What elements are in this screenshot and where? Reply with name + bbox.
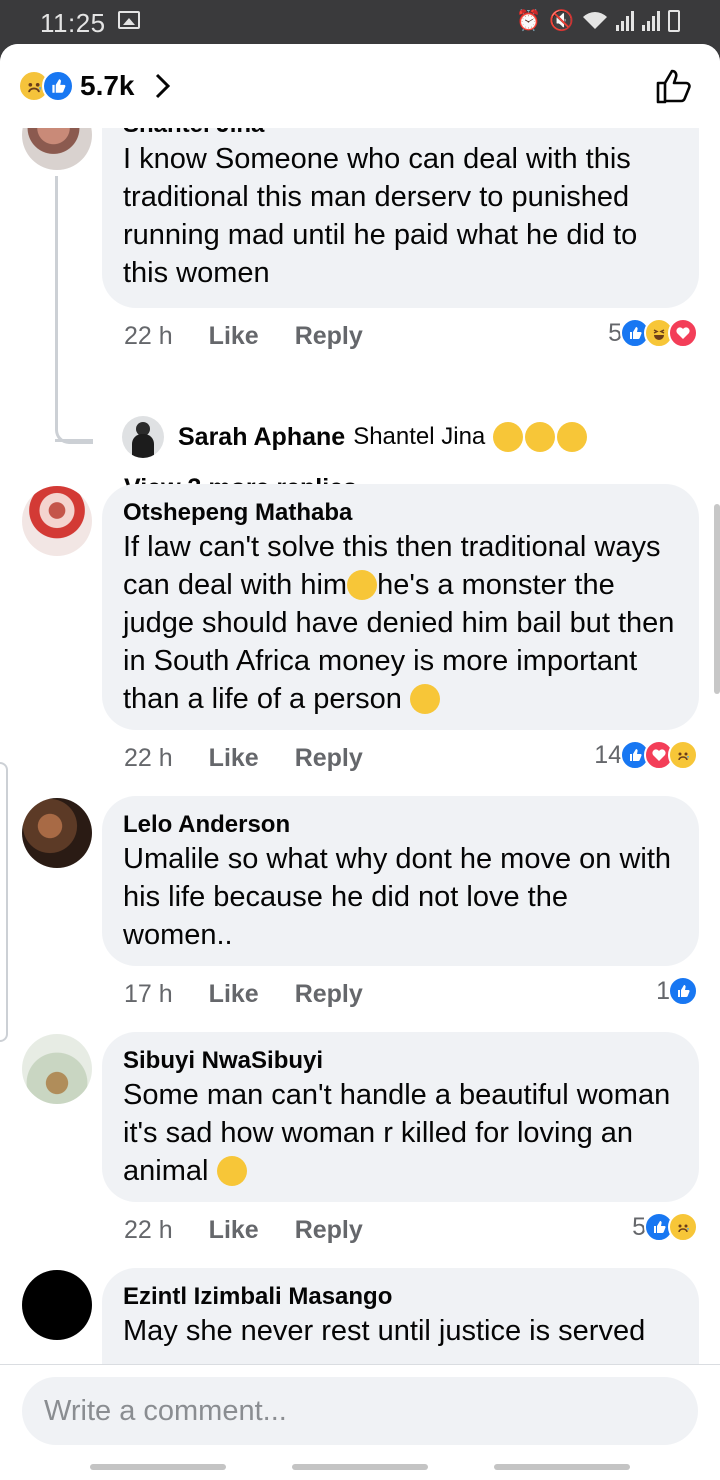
alarm-icon: ⏰ [516, 10, 542, 32]
comment-time[interactable]: 22 h [124, 322, 173, 351]
comment-text-part: Some man can't handle a beautiful woman … [123, 1079, 671, 1187]
comment-time[interactable]: 17 h [124, 980, 173, 1009]
reply-button[interactable]: Reply [295, 1216, 363, 1245]
sad-reaction-icon [668, 740, 698, 770]
comment-feed[interactable]: Shantel Jina I know Someone who can deal… [0, 44, 720, 1364]
party-face-icon [493, 422, 524, 452]
like-reaction-icon [42, 70, 74, 102]
love-reaction-icon [668, 318, 698, 348]
reaction-count: 14 [594, 740, 622, 769]
reply-author[interactable]: Sarah Aphane [178, 423, 345, 452]
comment-bubble[interactable]: Sibuyi NwaSibuyi Some man can't handle a… [102, 1032, 699, 1202]
comment-actions: 22 h Like Reply [124, 1216, 363, 1245]
comment-bubble[interactable]: Ezintl Izimbali Masango May she never re… [102, 1268, 699, 1364]
chevron-right-icon [155, 73, 170, 99]
status-bar: 11:25 ⏰ 🔇 [0, 0, 720, 44]
reactions-header: 5.7k [0, 44, 720, 128]
reply-button[interactable]: Reply [295, 980, 363, 1009]
avatar[interactable] [22, 1034, 92, 1104]
thread-line [55, 404, 93, 442]
reaction-total: 5.7k [80, 70, 135, 101]
comment-time[interactable]: 22 h [124, 1216, 173, 1245]
status-time: 11:25 [40, 8, 106, 38]
reaction-summary[interactable]: 1 [656, 976, 698, 1006]
reaction-summary[interactable]: 5 [632, 1212, 698, 1242]
comment-actions: 17 h Like Reply [124, 980, 363, 1009]
unamused-face-emoji [347, 570, 378, 600]
comment-text: Some man can't handle a beautiful woman … [123, 1076, 679, 1190]
status-icons: ⏰ 🔇 [516, 8, 680, 33]
party-face-icon [525, 422, 556, 452]
comment-bubble[interactable]: Lelo Anderson Umalile so what why dont h… [102, 796, 699, 966]
like-button[interactable]: Like [209, 1216, 259, 1245]
reaction-summary[interactable]: 14 [594, 740, 698, 770]
like-button[interactable]: Like [209, 322, 259, 351]
nav-back-button[interactable] [494, 1464, 630, 1470]
scrollbar[interactable] [714, 504, 720, 694]
post-reactions-button[interactable]: 5.7k [18, 66, 173, 106]
comment-time[interactable]: 22 h [124, 744, 173, 773]
system-nav-bar [0, 1458, 720, 1480]
reaction-summary[interactable]: 5 [608, 318, 698, 348]
comment-input[interactable] [22, 1377, 698, 1445]
reply-preview[interactable]: Sarah Aphane Shantel Jina [122, 416, 588, 458]
signal-icon-1 [616, 10, 634, 31]
like-button[interactable]: Like [209, 980, 259, 1009]
nav-recent-button[interactable] [90, 1464, 226, 1470]
comment-author[interactable]: Lelo Anderson [123, 810, 679, 840]
comment-text: I know Someone who can deal with this tr… [123, 143, 638, 289]
reply-text: Shantel Jina [353, 423, 486, 450]
comments-sheet: Shantel Jina I know Someone who can deal… [0, 44, 720, 1480]
avatar[interactable] [22, 486, 92, 556]
disappointed-face-emoji [409, 684, 440, 714]
signal-icon-2 [642, 10, 660, 31]
like-button[interactable]: Like [209, 744, 259, 773]
party-face-emoji [493, 422, 588, 452]
edge-panel-handle[interactable] [0, 762, 8, 1042]
wifi-icon [583, 11, 607, 29]
nav-home-button[interactable] [292, 1464, 428, 1470]
party-face-icon [557, 422, 588, 452]
comment-text: If law can't solve this then traditional… [123, 528, 679, 718]
comment-actions: 22 h Like Reply [124, 744, 363, 773]
comment-author[interactable]: Otshepeng Mathaba [123, 498, 679, 528]
avatar[interactable] [22, 798, 92, 868]
like-reaction-icon [668, 976, 698, 1006]
comment-text: May she never rest until justice is serv… [123, 1315, 646, 1347]
comment-author[interactable]: Ezintl Izimbali Masango [123, 1282, 679, 1312]
comment-actions: 22 h Like Reply [124, 322, 363, 351]
comment-author[interactable]: Sibuyi NwaSibuyi [123, 1046, 679, 1076]
like-post-button[interactable] [654, 66, 694, 106]
reply-avatar[interactable] [122, 416, 164, 458]
comment-bubble[interactable]: Otshepeng Mathaba If law can't solve thi… [102, 484, 699, 730]
reply-button[interactable]: Reply [295, 744, 363, 773]
comment-text: Umalile so what why dont he move on with… [123, 843, 672, 951]
gallery-notification-icon [118, 11, 140, 29]
crying-face-emoji [216, 1156, 247, 1186]
mute-icon: 🔇 [549, 10, 574, 32]
battery-icon [668, 9, 680, 32]
reply-button[interactable]: Reply [295, 322, 363, 351]
sad-reaction-icon [668, 1212, 698, 1242]
avatar[interactable] [22, 1270, 92, 1340]
